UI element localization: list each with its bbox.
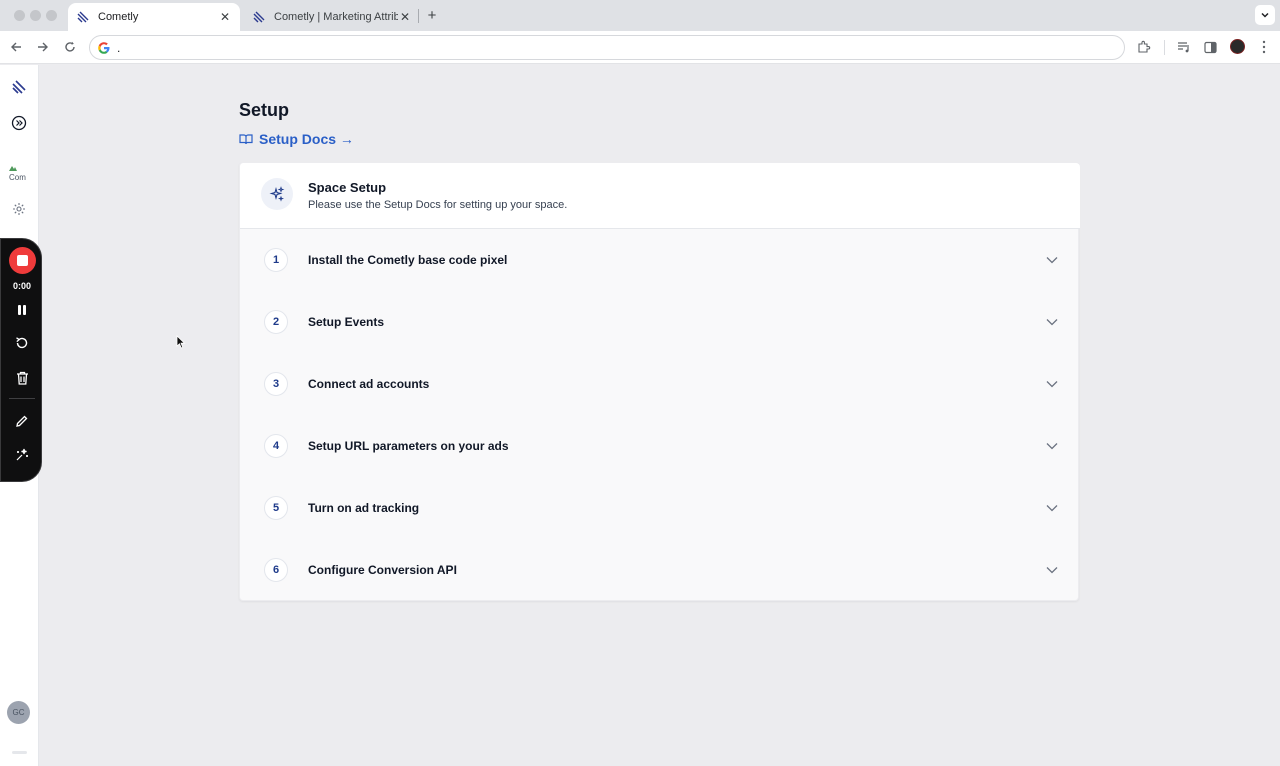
step-number: 3 [264, 372, 288, 396]
step-label: Setup Events [308, 315, 385, 329]
toolbar-separator [1164, 40, 1165, 55]
extensions-puzzle-icon[interactable] [1136, 39, 1152, 55]
book-open-icon [239, 134, 253, 145]
page-title: Setup [239, 100, 290, 120]
chevron-down-icon[interactable] [1045, 253, 1059, 267]
step-label: Configure Conversion API [308, 563, 457, 577]
step-number: 5 [264, 496, 288, 520]
setup-docs-link[interactable]: Setup Docs → [239, 131, 354, 147]
window-close-dot[interactable] [14, 10, 25, 21]
setup-step-6[interactable]: 6 Configure Conversion API [240, 539, 1080, 601]
address-bar[interactable]: . [89, 35, 1125, 60]
space-setup-subtitle: Please use the Setup Docs for setting up… [308, 199, 568, 211]
window-zoom-dot[interactable] [46, 10, 57, 21]
browser-menu-icon[interactable] [1256, 39, 1272, 55]
pause-icon[interactable] [13, 301, 31, 319]
forward-arrow-icon[interactable] [34, 38, 52, 56]
tab-close-icon[interactable]: ✕ [398, 10, 412, 24]
stop-recording-button[interactable] [9, 247, 36, 274]
new-tab-plus-icon[interactable]: + [423, 6, 441, 24]
sidebar-handle[interactable] [12, 751, 27, 754]
google-icon [98, 41, 110, 54]
step-label: Turn on ad tracking [308, 501, 420, 515]
tab-search-chevron-icon[interactable] [1255, 5, 1275, 25]
screen-recorder-panel: 0:00 [0, 238, 42, 482]
settings-gear-icon[interactable] [9, 199, 29, 219]
cometly-logo-icon [253, 11, 265, 23]
address-text: . [117, 40, 121, 55]
tab-close-icon[interactable]: ✕ [218, 10, 232, 24]
restart-icon[interactable] [13, 334, 31, 352]
step-number: 2 [264, 310, 288, 334]
recording-timer: 0:00 [12, 281, 31, 291]
tab-title: Cometly [98, 11, 139, 23]
window-minimize-dot[interactable] [30, 10, 41, 21]
setup-step-2[interactable]: 2 Setup Events [240, 291, 1080, 353]
reload-icon[interactable] [61, 38, 79, 56]
browser-tab-cometly[interactable]: Cometly ✕ [68, 3, 240, 31]
side-panel-icon[interactable] [1202, 39, 1218, 55]
chevron-down-icon[interactable] [1045, 315, 1059, 329]
space-setup-header: Space Setup Please use the Setup Docs fo… [240, 163, 1080, 229]
reading-list-icon[interactable] [1176, 39, 1192, 55]
setup-step-5[interactable]: 5 Turn on ad tracking [240, 477, 1080, 539]
trash-icon[interactable] [13, 369, 31, 387]
chevron-down-icon[interactable] [1045, 563, 1059, 577]
stop-icon [17, 255, 28, 266]
effects-sparkle-icon[interactable] [13, 446, 31, 464]
tab-divider [418, 9, 419, 23]
recorder-divider [9, 398, 35, 399]
step-label: Setup URL parameters on your ads [308, 439, 509, 453]
browser-tab-strip: Cometly ✕ Cometly | Marketing Attributi … [0, 0, 1280, 31]
browser-toolbar: . [0, 31, 1280, 64]
broken-image-alt-text: Com [9, 173, 26, 182]
setup-docs-label: Setup Docs → [259, 131, 354, 147]
chevron-down-icon[interactable] [1045, 377, 1059, 391]
space-setup-title: Space Setup [308, 180, 387, 195]
step-label: Install the Cometly base code pixel [308, 253, 508, 267]
step-number: 6 [264, 558, 288, 582]
setup-step-1[interactable]: 1 Install the Cometly base code pixel [240, 229, 1080, 291]
browser-tab-cometly-marketing[interactable]: Cometly | Marketing Attributi ✕ [244, 3, 420, 31]
mouse-cursor-icon [176, 335, 186, 349]
setup-step-4[interactable]: 4 Setup URL parameters on your ads [240, 415, 1080, 477]
expand-sidebar-icon[interactable] [9, 113, 29, 133]
tab-title: Cometly | Marketing Attributi [274, 11, 398, 23]
chevron-down-icon[interactable] [1045, 501, 1059, 515]
user-avatar[interactable]: GC [7, 701, 30, 724]
pencil-icon[interactable] [13, 412, 31, 430]
chevron-down-icon[interactable] [1045, 439, 1059, 453]
space-setup-card: Space Setup Please use the Setup Docs fo… [239, 162, 1080, 601]
step-number: 1 [264, 248, 288, 272]
sparkles-icon [261, 178, 293, 210]
step-number: 4 [264, 434, 288, 458]
step-label: Connect ad accounts [308, 377, 430, 391]
profile-avatar[interactable] [1230, 39, 1245, 54]
cometly-logo-icon[interactable] [9, 77, 29, 97]
cometly-logo-icon [77, 11, 89, 23]
broken-company-logo: Com [9, 163, 31, 183]
back-arrow-icon[interactable] [7, 38, 25, 56]
setup-step-3[interactable]: 3 Connect ad accounts [240, 353, 1080, 415]
